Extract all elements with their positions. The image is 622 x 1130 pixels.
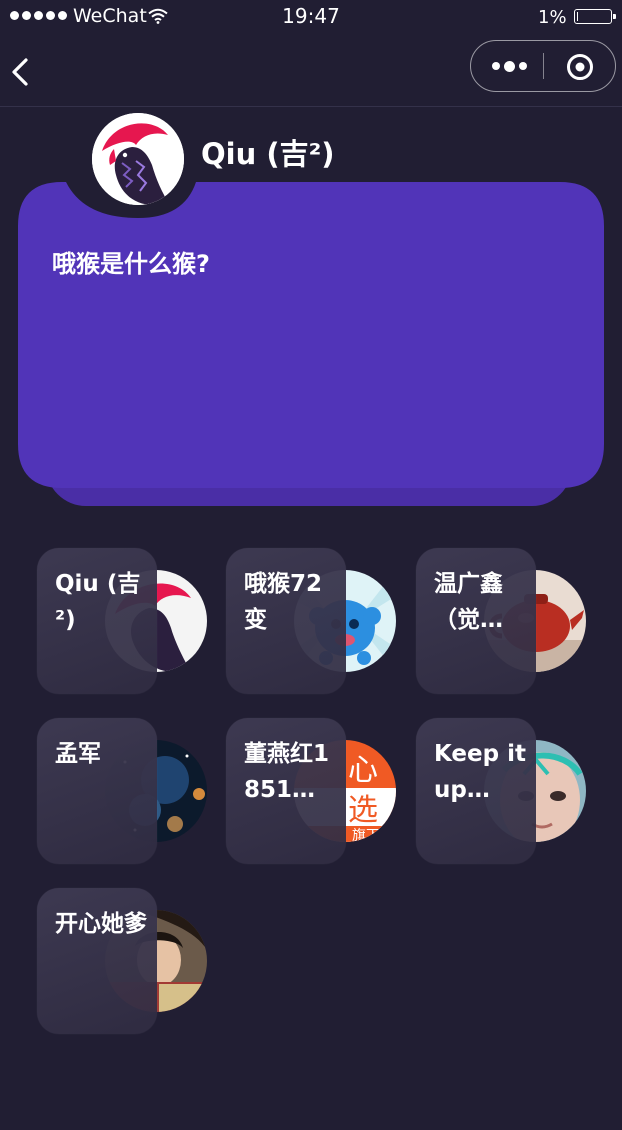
svg-text:旗下: 旗下 — [352, 828, 380, 842]
user-card[interactable]: 哦猴72变 — [226, 548, 416, 696]
clock: 19:47 — [282, 4, 340, 28]
user-card[interactable]: 温广鑫（觉… — [416, 548, 606, 696]
user-card[interactable]: 孟军 — [37, 718, 227, 866]
close-target-icon[interactable] — [565, 52, 595, 82]
user-card[interactable]: 心选旗下 董燕红1851… — [226, 718, 416, 866]
capsule-divider — [543, 53, 544, 79]
user-name: Qiu (吉²) — [55, 571, 141, 633]
back-chevron-icon[interactable] — [6, 54, 34, 90]
battery-percent: 1% — [538, 7, 567, 28]
author-avatar[interactable] — [92, 113, 184, 205]
rooster-icon — [92, 113, 184, 205]
user-name: 开心她爹 — [55, 911, 147, 937]
svg-text:选: 选 — [348, 793, 378, 828]
mini-program-capsule — [470, 40, 616, 92]
user-card[interactable]: 开心她爹 — [37, 888, 227, 1036]
question-text: 哦猴是什么猴? — [52, 250, 210, 278]
user-card[interactable]: Qiu (吉²) — [37, 548, 227, 696]
user-name: 温广鑫（觉… — [434, 571, 503, 633]
nav-bar — [0, 36, 622, 107]
question-card — [18, 182, 604, 488]
user-name: 哦猴72变 — [244, 571, 323, 633]
battery-icon — [574, 9, 616, 24]
more-dots-icon[interactable] — [487, 52, 531, 80]
user-name: 孟军 — [55, 741, 101, 767]
user-card[interactable]: Keep it up… — [416, 718, 606, 866]
battery-fill — [577, 12, 578, 21]
svg-text:心: 心 — [348, 753, 378, 788]
author-name: Qiu (吉²) — [201, 137, 335, 171]
user-name: Keep it up… — [434, 741, 526, 803]
status-bar: WeChat 19:47 1% — [0, 0, 622, 36]
user-name: 董燕红1851… — [244, 741, 330, 803]
